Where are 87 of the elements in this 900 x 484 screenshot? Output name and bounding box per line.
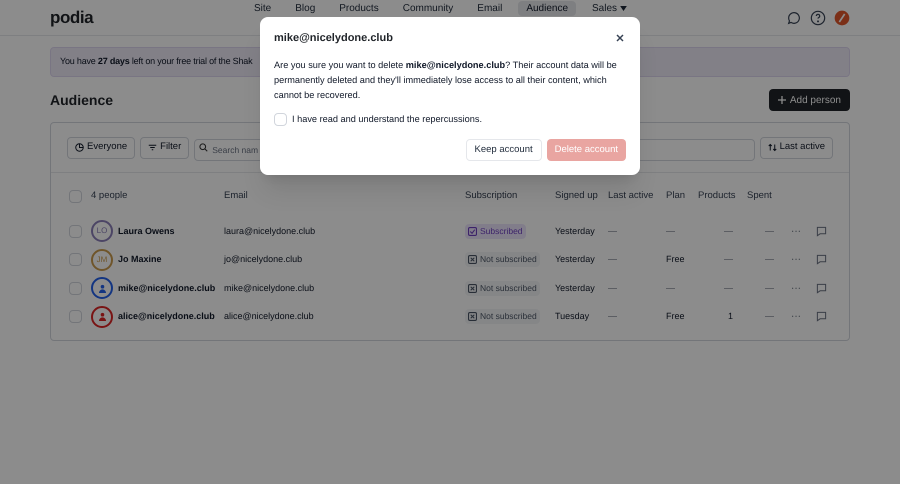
table-cell-text: 1 [726,310,734,323]
crossed-box-icon [468,255,477,264]
segment-button[interactable]: Everyone [67,136,136,158]
pie-chart-icon [75,143,84,152]
table-cell-text: — [764,310,775,323]
table-cell-text: — [666,224,676,238]
comment-icon[interactable] [816,311,827,322]
subscription-badge: Not subscribed [465,309,540,324]
help-icon[interactable] [810,10,826,26]
select-all-checkbox[interactable] [69,190,82,202]
more-actions-button[interactable]: ··· [791,224,816,239]
table-cell-text: — [608,310,618,323]
logo[interactable]: podia [50,4,94,30]
add-person-button[interactable]: Add person [768,89,850,111]
email-cell-text: mike@nicelydone.club [224,282,316,295]
table-cell-text: — [608,224,618,238]
dialog-title: mike@nicelydone.club [274,31,393,46]
checkbox-label: I have read and understand the repercussions. [292,112,482,126]
checkbox[interactable] [274,112,287,126]
page-title: Audience [50,90,114,110]
table-cell-text: Free [666,310,686,323]
column-header: Spent [747,188,773,203]
column-header: Products [698,188,736,203]
more-actions-button[interactable]: ··· [791,280,816,296]
subscription-badge: Subscribed [465,224,526,239]
checked-box-icon [468,226,477,236]
filter-icon [148,143,158,152]
comment-icon[interactable] [816,226,827,237]
close-icon[interactable] [614,32,626,44]
date-cell-text: Yesterday [555,253,596,266]
column-header: 4 people [91,188,128,203]
keep-account-button[interactable]: Keep account [466,139,542,162]
search-icon [199,142,208,152]
subscription-badge: Not subscribed [465,280,540,296]
avatar: LO [91,220,113,242]
person-name[interactable]: mike@nicelydone.club [118,282,216,295]
banner-text: You have 27 days left on your free trial of the Shak [60,55,252,68]
column-header: Email [224,188,249,203]
nav-tab[interactable]: Products [331,1,387,16]
nav-tab[interactable]: Sales [584,1,636,16]
row-checkbox[interactable] [69,224,82,238]
nav-tab[interactable]: Email [469,1,510,16]
table-cell-text: — [723,282,734,294]
column-header: Plan [666,188,686,203]
crossed-box-icon [468,312,477,322]
table-cell-text: — [764,253,775,266]
person-name[interactable]: Laura Owens [118,224,175,238]
person-name[interactable]: alice@nicelydone.club [118,310,215,324]
sort-button[interactable]: Last active [760,136,833,158]
avatar: JM [91,248,113,271]
comment-icon[interactable] [816,282,827,294]
sort-arrows-icon [768,143,777,152]
crossed-box-icon [468,284,477,293]
column-header: Signed up [555,188,599,203]
table-cell-text: — [608,253,618,266]
person-name[interactable]: Jo Maxine [118,253,162,266]
table-cell-text: — [608,282,618,294]
row-checkbox[interactable] [69,310,82,324]
column-header: Subscription [465,188,518,203]
nav-tab[interactable]: Community [394,1,462,16]
column-header: Last active [608,188,654,203]
date-cell-text: Yesterday [555,282,596,295]
dialog-message: Are you sure you want to delete mike@nicelydone.club? Their account data will be permanently deleted and they'll immediately lose access to all their content, which cannot be recovered. [274,58,618,102]
email-cell-text: jo@nicelydone.club [224,253,304,266]
table-cell-text: — [723,253,734,266]
filter-button[interactable]: Filter [140,136,190,158]
email-cell-text: alice@nicelydone.club [224,310,315,323]
date-cell-text: Yesterday [555,224,596,238]
table-cell-text: — [723,224,734,238]
table-cell-text: — [764,224,775,238]
nav-tab[interactable]: Blog [287,1,324,16]
nav-tab[interactable]: Audience [518,1,576,16]
table-cell-text: Free [666,253,686,266]
nav-tab[interactable]: Site [246,1,280,16]
plus-icon [778,96,786,104]
comment-icon[interactable] [816,254,827,266]
table-cell-text: — [666,282,676,294]
chat-icon[interactable] [786,10,802,26]
row-checkbox[interactable] [69,253,82,266]
more-actions-button[interactable]: ··· [791,252,816,268]
subscription-badge: Not subscribed [465,252,540,268]
date-cell-text: Tuesday [555,310,590,323]
email-cell-text: laura@nicelydone.club [224,224,316,238]
profile-avatar-icon[interactable] [834,10,850,26]
table-cell-text: — [764,282,775,294]
row-checkbox[interactable] [69,282,82,295]
more-actions-button[interactable]: ··· [791,309,816,324]
